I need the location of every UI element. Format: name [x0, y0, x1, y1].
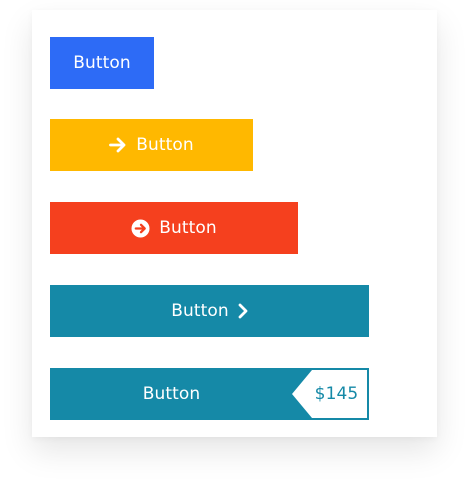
button-label: Button	[171, 301, 229, 321]
price-value: $145	[314, 384, 359, 404]
chevron-button[interactable]: Button	[50, 285, 369, 337]
button-label: Button	[136, 135, 194, 155]
price-button[interactable]: Button $145	[50, 368, 369, 420]
button-label: Button	[73, 53, 131, 73]
chevron-right-icon	[238, 303, 248, 319]
plain-button[interactable]: Button	[50, 37, 154, 89]
arrow-button[interactable]: Button	[50, 119, 253, 171]
arrow-right-icon	[109, 137, 127, 153]
circle-arrow-right-icon	[131, 219, 150, 238]
button-label: Button	[159, 218, 217, 238]
circle-arrow-button[interactable]: Button	[50, 202, 298, 254]
price-tag: $145	[292, 370, 367, 418]
button-label: Button	[142, 384, 201, 404]
